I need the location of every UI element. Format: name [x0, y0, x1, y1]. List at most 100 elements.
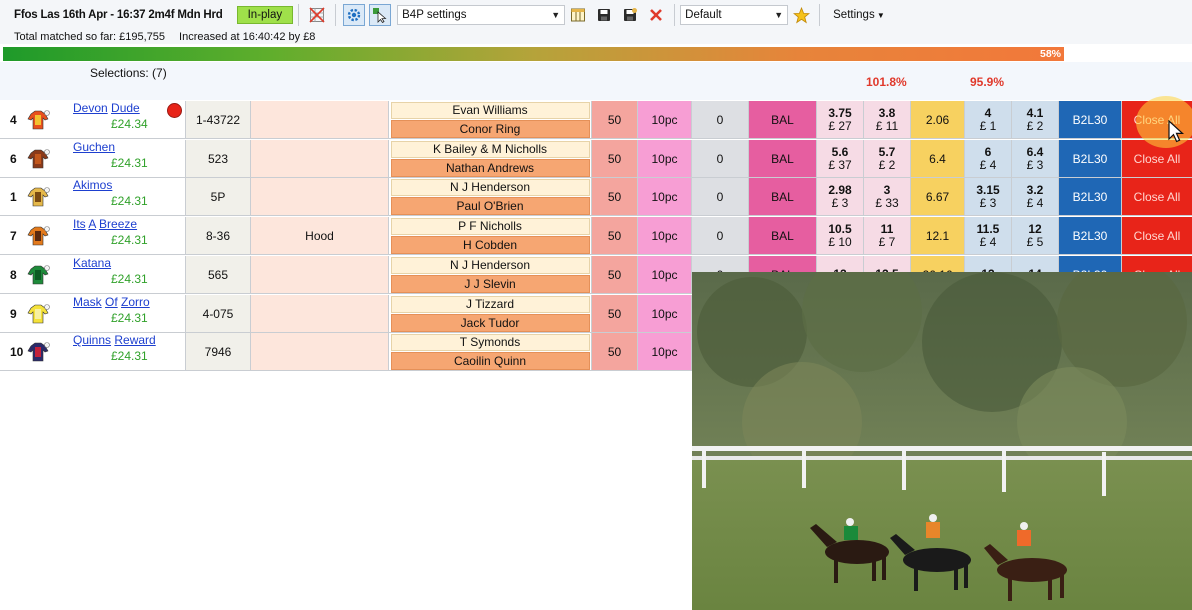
back-price-2[interactable]: 5.6 £ 37: [817, 140, 864, 178]
horse-name-link[interactable]: Zorro: [121, 295, 150, 309]
back-amount: £ 27: [828, 118, 852, 133]
horse-name-link[interactable]: Devon: [73, 101, 108, 115]
percent-cell[interactable]: 10pc: [638, 140, 692, 178]
back-odds: 10.5: [828, 221, 852, 236]
settings-menu[interactable]: Settings ▼: [833, 9, 885, 21]
cursor-select-icon[interactable]: [369, 4, 392, 26]
back-price-2[interactable]: 3.75 £ 27: [817, 101, 864, 139]
stake-cell[interactable]: 50: [592, 178, 638, 216]
form-figures: 4-075: [186, 295, 251, 333]
b2l-button[interactable]: B2L30: [1059, 140, 1122, 178]
position-cell[interactable]: 0: [692, 178, 749, 216]
percent-cell[interactable]: 10pc: [638, 217, 692, 255]
horse-name-link[interactable]: Dude: [111, 101, 140, 115]
stake-cell[interactable]: 50: [592, 256, 638, 294]
balance-button[interactable]: BAL: [749, 140, 817, 178]
headgear-cell: [251, 178, 389, 216]
toolbar: Ffos Las 16th Apr - 16:37 2m4f Mdn Hrd I…: [0, 0, 1192, 30]
delete-icon[interactable]: [645, 4, 667, 26]
lay-amount: £ 4: [1026, 195, 1044, 210]
horse-name-link[interactable]: Mask: [73, 295, 102, 309]
jockey-name: Paul O'Brien: [390, 196, 590, 215]
position-cell[interactable]: 0: [692, 101, 749, 139]
b2l-button[interactable]: B2L30: [1059, 178, 1122, 216]
balance-button[interactable]: BAL: [749, 178, 817, 216]
saddle-cloth-number: 8: [0, 256, 24, 294]
trainer-jockey-cell: N J Henderson J J Slevin: [389, 256, 592, 294]
percent-cell[interactable]: 10pc: [638, 333, 692, 371]
horse-pl-amount: £24.34: [111, 117, 148, 131]
runner-row[interactable]: 6 Guchen £24.31 523 K Bailey & M Nicholl…: [0, 140, 1192, 179]
settings-profile-select[interactable]: B4P settings ▼: [397, 5, 566, 25]
lay-price-1[interactable]: 3.15 £ 3: [965, 178, 1012, 216]
back-odds: 3.75: [828, 105, 852, 120]
horse-name-link[interactable]: Breeze: [99, 217, 137, 231]
back-price-1[interactable]: 3 £ 33: [864, 178, 911, 216]
toolbar-divider: [674, 4, 676, 26]
balance-button[interactable]: BAL: [749, 217, 817, 255]
chevron-down-icon: ▼: [551, 10, 561, 20]
lay-price-2[interactable]: 4.1 £ 2: [1012, 101, 1059, 139]
favourite-star-icon[interactable]: [790, 4, 812, 26]
horse-name-link[interactable]: Reward: [114, 333, 155, 347]
horse-name-link[interactable]: Guchen: [73, 140, 115, 154]
back-price-1[interactable]: 11 £ 7: [864, 217, 911, 255]
horse-name-link[interactable]: Quinns: [73, 333, 111, 347]
trainer-jockey-cell: P F Nicholls H Cobden: [389, 217, 592, 255]
record-indicator-icon[interactable]: [167, 103, 182, 118]
stake-cell[interactable]: 50: [592, 140, 638, 178]
gear-icon[interactable]: [343, 4, 366, 26]
lay-amount: £ 3: [1026, 157, 1044, 172]
lay-price-2[interactable]: 3.2 £ 4: [1012, 178, 1059, 216]
lay-price-1[interactable]: 4 £ 1: [965, 101, 1012, 139]
close-all-button[interactable]: Close All: [1122, 217, 1192, 255]
jockey-silks-icon: [24, 295, 52, 333]
lay-odds: 6.4: [1026, 144, 1044, 159]
save-as-icon[interactable]: [619, 4, 641, 26]
lay-price-1[interactable]: 11.5 £ 4: [965, 217, 1012, 255]
back-odds: 3: [883, 182, 891, 197]
stake-cell[interactable]: 50: [592, 217, 638, 255]
position-cell[interactable]: 0: [692, 217, 749, 255]
b2l-button[interactable]: B2L30: [1059, 217, 1122, 255]
balance-button[interactable]: BAL: [749, 101, 817, 139]
race-video-stream[interactable]: [692, 272, 1192, 610]
mid-price-cell: 2.06: [911, 101, 965, 139]
position-cell[interactable]: 0: [692, 140, 749, 178]
lay-price-2[interactable]: 12 £ 5: [1012, 217, 1059, 255]
percent-cell[interactable]: 10pc: [638, 178, 692, 216]
percent-cell[interactable]: 10pc: [638, 101, 692, 139]
back-price-2[interactable]: 2.98 £ 3: [817, 178, 864, 216]
close-all-button[interactable]: Close All: [1122, 178, 1192, 216]
layout-profile-select[interactable]: Default ▼: [680, 5, 789, 25]
horse-name-link[interactable]: A: [88, 217, 95, 231]
back-price-1[interactable]: 5.7 £ 2: [864, 140, 911, 178]
horse-name-link[interactable]: Of: [105, 295, 118, 309]
inplay-badge: In-play: [236, 6, 294, 24]
stake-cell[interactable]: 50: [592, 295, 638, 333]
form-figures: 7946: [186, 333, 251, 371]
horse-name-link[interactable]: Katana: [73, 256, 111, 270]
percent-cell[interactable]: 10pc: [638, 256, 692, 294]
lay-price-2[interactable]: 6.4 £ 3: [1012, 140, 1059, 178]
save-icon[interactable]: [593, 4, 615, 26]
stake-cell[interactable]: 50: [592, 101, 638, 139]
back-amount: £ 37: [828, 157, 852, 172]
jockey-silks-icon: [24, 217, 52, 255]
runner-row[interactable]: 7 Its A Breeze £24.31 8-36 Hood P F Nich…: [0, 217, 1192, 256]
horse-name-link[interactable]: Its: [73, 217, 86, 231]
stake-cell[interactable]: 50: [592, 333, 638, 371]
back-price-1[interactable]: 3.8 £ 11: [864, 101, 911, 139]
runner-row[interactable]: 1 Akimos £24.31 5P N J Henderson Paul O'…: [0, 178, 1192, 217]
trainer-jockey-cell: Evan Williams Conor Ring: [389, 101, 592, 139]
percent-cell[interactable]: 10pc: [638, 295, 692, 333]
saddle-cloth-number: 7: [0, 217, 24, 255]
back-amount: £ 11: [875, 118, 899, 133]
back-price-2[interactable]: 10.5 £ 10: [817, 217, 864, 255]
grid-off-icon[interactable]: [306, 4, 328, 26]
headgear-cell: [251, 256, 389, 294]
horse-name-link[interactable]: Akimos: [73, 178, 112, 192]
lay-price-1[interactable]: 6 £ 4: [965, 140, 1012, 178]
columns-icon[interactable]: [567, 4, 589, 26]
b2l-button[interactable]: B2L30: [1059, 101, 1122, 139]
